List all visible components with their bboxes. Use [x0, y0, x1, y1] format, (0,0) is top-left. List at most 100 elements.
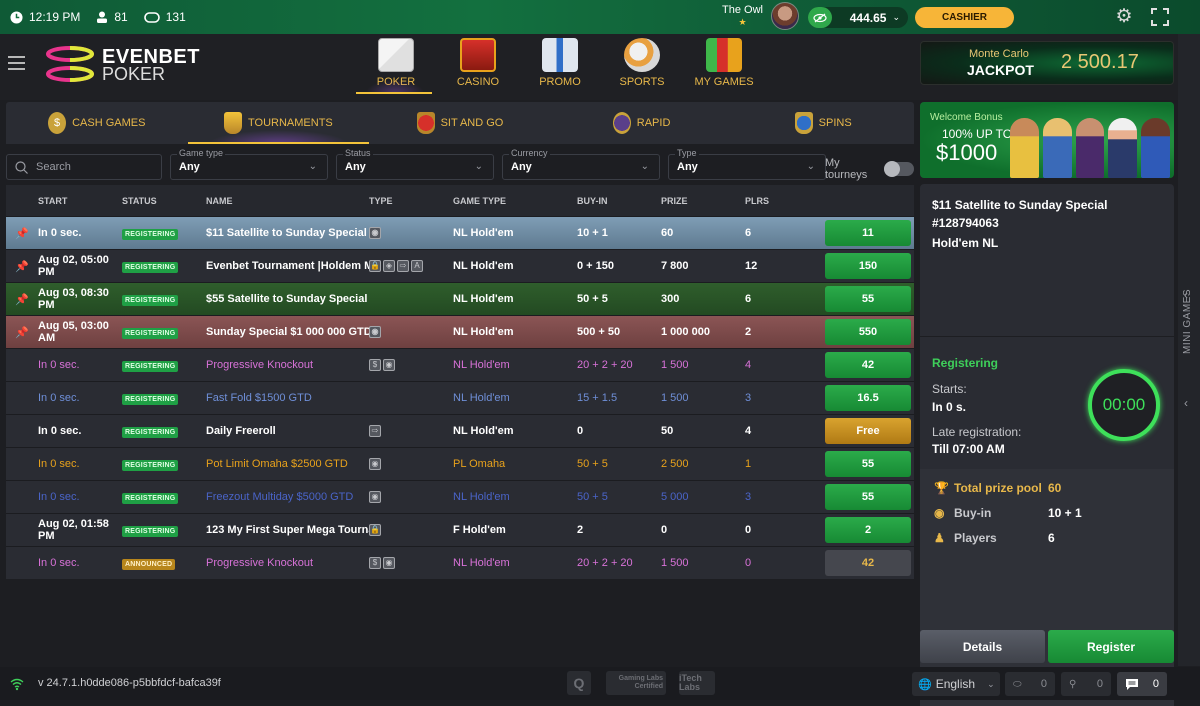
col-prize[interactable]: PRIZE	[661, 196, 745, 206]
tournaments-counter[interactable]: ⚲ 0	[1061, 672, 1111, 696]
table-row[interactable]: In 0 sec. ANNOUNCED Progressive Knockout $ ◉…	[6, 546, 914, 579]
cashier-button[interactable]: CASHIER	[915, 7, 1014, 28]
register-buyin-button[interactable]: Free	[825, 418, 911, 444]
register-buyin-button[interactable]: 42	[825, 352, 911, 378]
balance-value: 444.65	[849, 10, 887, 25]
tab-rapid[interactable]: RAPID	[551, 102, 733, 144]
register-buyin-button[interactable]: 55	[825, 451, 911, 477]
pin-icon[interactable]: 📌	[6, 326, 38, 339]
user-profile[interactable]: The Owl ★	[722, 2, 799, 30]
register-buyin-button[interactable]: 16.5	[825, 385, 911, 411]
table-row[interactable]: In 0 sec. REGISTERING Fast Fold $1500 GTD N…	[6, 381, 914, 414]
tournament-name[interactable]: Evenbet Tournament |Holdem My...	[206, 260, 369, 272]
chat-counter[interactable]: 0	[1117, 672, 1167, 696]
col-name[interactable]: NAME	[206, 196, 369, 206]
game-type: NL Hold'em	[453, 425, 514, 437]
col-start[interactable]: START	[38, 196, 122, 206]
jackpot-widget[interactable]: Monte Carlo JACKPOT 2 500.17	[920, 41, 1174, 85]
nav-label: POKER	[376, 76, 416, 88]
hamburger-menu-icon[interactable]	[8, 56, 25, 70]
tournament-name[interactable]: Daily Freeroll	[206, 425, 369, 437]
register-buyin-button[interactable]: 42	[825, 550, 911, 576]
pin-icon[interactable]: 📌	[6, 260, 38, 273]
register-buyin-button[interactable]: 55	[825, 484, 911, 510]
gear-icon[interactable]: ⚙	[1114, 7, 1134, 27]
table-row[interactable]: 📌 Aug 02, 05:00 PM REGISTERING Evenbet Tour…	[6, 249, 914, 282]
select-label: Type	[675, 148, 699, 158]
details-button[interactable]: Details	[920, 630, 1045, 663]
tournament-name[interactable]: Fast Fold $1500 GTD	[206, 392, 369, 404]
currency-select[interactable]: Currency Any ⌄	[502, 148, 660, 180]
tournament-name[interactable]: Freezout Multiday $5000 GTD	[206, 491, 369, 503]
type-select[interactable]: Type Any ⌄	[668, 148, 826, 180]
col-players[interactable]: PLRS	[745, 196, 825, 206]
tournament-name[interactable]: $55 Satellite to Sunday Special	[206, 293, 369, 305]
banner-characters-image	[1010, 106, 1170, 178]
welcome-bonus-banner[interactable]: Welcome Bonus 100% UP TO $1000	[920, 102, 1174, 178]
nav-my-games[interactable]: MY GAMES	[683, 34, 765, 94]
col-buy-in[interactable]: BUY-IN	[577, 196, 661, 206]
register-buyin-button[interactable]: 150	[825, 253, 911, 279]
buy-in: 10 + 1	[577, 227, 608, 239]
register-buyin-button[interactable]: 55	[825, 286, 911, 312]
tournament-name[interactable]: Pot Limit Omaha $2500 GTD	[206, 458, 369, 470]
nav-sports[interactable]: SPORTS	[601, 34, 683, 94]
tab-label: RAPID	[636, 117, 671, 129]
lock-icon: 🔒	[369, 524, 381, 536]
tournament-name[interactable]: Progressive Knockout	[206, 557, 369, 569]
register-buyin-button[interactable]: 550	[825, 319, 911, 345]
fullscreen-icon[interactable]	[1151, 8, 1169, 26]
table-row[interactable]: 📌 In 0 sec. REGISTERING $11 Satellite to Su…	[6, 216, 914, 249]
open-tables-counter[interactable]: ⬭ 0	[1005, 672, 1055, 696]
nav-promo[interactable]: PROMO	[519, 34, 601, 94]
table-row[interactable]: 📌 Aug 05, 03:00 AM REGISTERING Sunday Speci…	[6, 315, 914, 348]
chevron-left-icon[interactable]: ‹	[1184, 396, 1188, 410]
tab-sit-and-go[interactable]: SIT AND GO	[369, 102, 551, 144]
table-row[interactable]: In 0 sec. REGISTERING Freezout Multiday $5…	[6, 480, 914, 513]
select-label: Game type	[177, 148, 226, 158]
col-game-type[interactable]: GAME TYPE	[453, 196, 577, 206]
nav-poker[interactable]: POKER	[355, 34, 437, 94]
tab-tournaments[interactable]: TOURNAMENTS	[187, 102, 370, 144]
language-select[interactable]: 🌐 English ⌄	[912, 672, 1000, 696]
col-status[interactable]: STATUS	[122, 196, 206, 206]
register-button[interactable]: Register	[1048, 630, 1174, 663]
table-row[interactable]: In 0 sec. REGISTERING Pot Limit Omaha $250…	[6, 447, 914, 480]
nav-label: MY GAMES	[694, 76, 754, 88]
tab-cash-games[interactable]: $ CASH GAMES	[6, 102, 188, 144]
tournament-name[interactable]: $11 Satellite to Sunday Special	[206, 227, 369, 239]
tournament-name[interactable]: 123 My First Super Mega Tourna...	[206, 524, 369, 536]
nav-casino[interactable]: CASINO	[437, 34, 519, 94]
start-time: In 0 sec.	[38, 359, 80, 371]
chevron-down-icon: ⌄	[806, 161, 815, 172]
pin-icon[interactable]: 📌	[6, 227, 38, 240]
balance-dropdown[interactable]: 444.65 ⌄	[808, 7, 908, 28]
register-buyin-button[interactable]: 11	[825, 220, 911, 246]
table-row[interactable]: Aug 02, 01:58 PM REGISTERING 123 My First …	[6, 513, 914, 546]
table-row[interactable]: 📌 Aug 03, 08:30 PM REGISTERING $55 Satellit…	[6, 282, 914, 315]
table-row[interactable]: In 0 sec. REGISTERING Progressive Knockout…	[6, 348, 914, 381]
tournament-name[interactable]: Progressive Knockout	[206, 359, 369, 371]
itech-labs-logo[interactable]: iTech Labs	[679, 671, 715, 695]
avatar[interactable]	[770, 2, 799, 30]
chevron-down-icon: ⌄	[640, 161, 649, 172]
mini-games-sidebar[interactable]: ‹ MINI GAMES ‹	[1178, 34, 1200, 666]
prize: 60	[661, 227, 674, 239]
my-tourneys-toggle[interactable]	[884, 161, 914, 177]
counter-value: 0	[1040, 678, 1047, 690]
q-certificate-logo[interactable]: Q	[567, 671, 591, 695]
tab-spins[interactable]: SPINS	[732, 102, 914, 144]
table-row[interactable]: In 0 sec. REGISTERING Daily Freeroll ⇨ NL Ho…	[6, 414, 914, 447]
register-buyin-button[interactable]: 2	[825, 517, 911, 543]
pin-icon[interactable]: 📌	[6, 293, 38, 306]
game-type-select[interactable]: Game type Any ⌄	[170, 148, 328, 180]
satellite-icon: ◉	[369, 458, 381, 470]
logo[interactable]: EVENBET POKER	[44, 44, 204, 84]
gaming-labs-certificate-logo[interactable]: Gaming Labs Certified	[606, 671, 666, 695]
col-type[interactable]: TYPE	[369, 196, 453, 206]
search-input[interactable]: Search	[6, 154, 162, 180]
players-count: 0	[745, 524, 752, 536]
tournament-name[interactable]: Sunday Special $1 000 000 GTD	[206, 326, 369, 338]
status-select[interactable]: Status Any ⌄	[336, 148, 494, 180]
hide-balance-icon[interactable]	[808, 7, 832, 28]
